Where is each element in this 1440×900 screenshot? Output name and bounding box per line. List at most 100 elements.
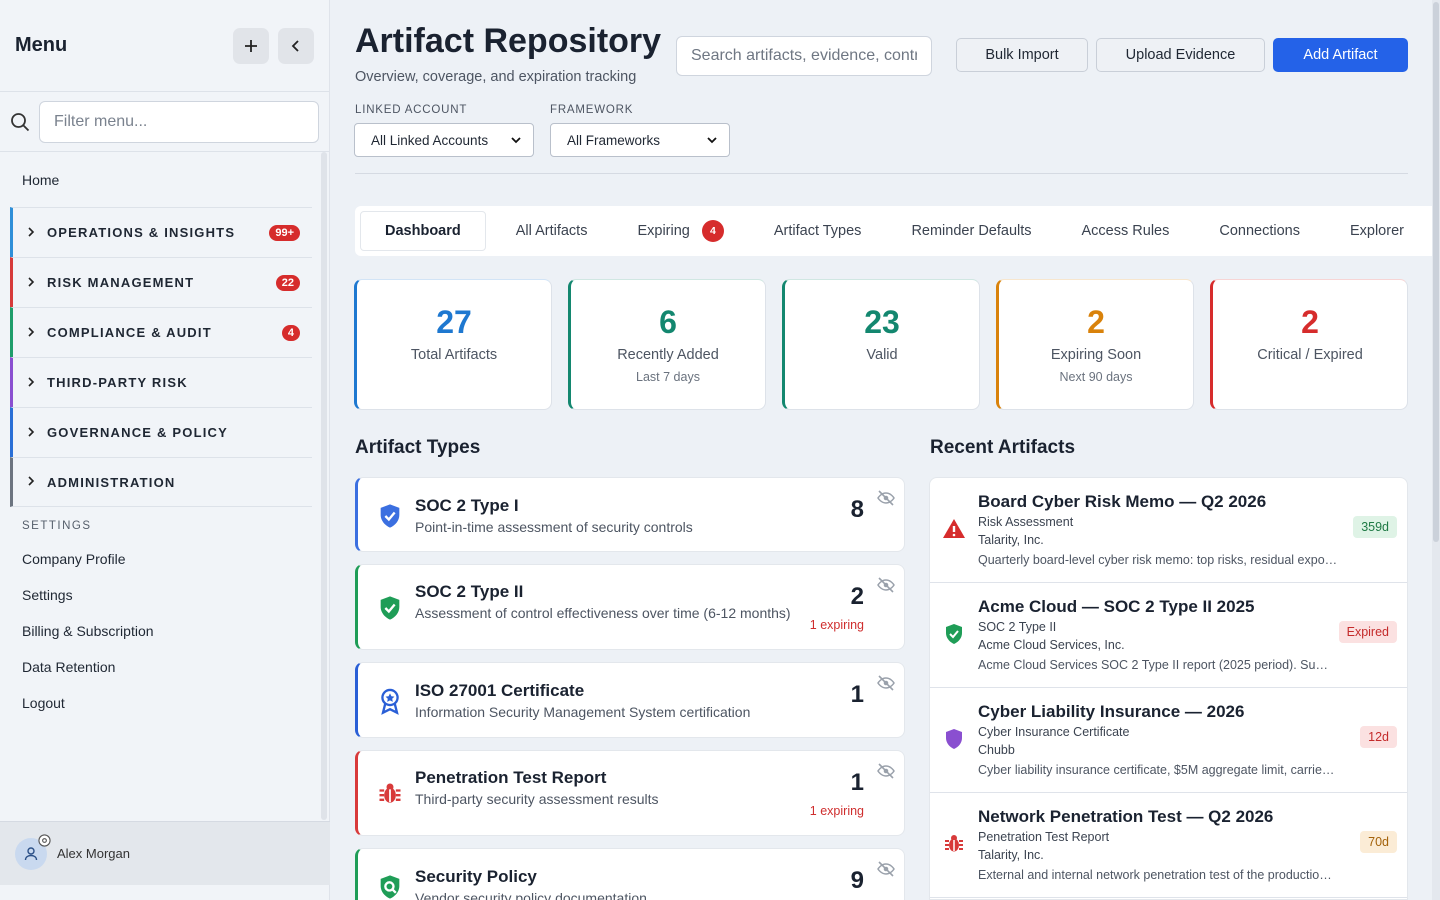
recent-artifact-title: Acme Cloud — SOC 2 Type II 2025 bbox=[978, 597, 1255, 616]
hidden-eye-icon[interactable] bbox=[876, 490, 896, 506]
sidebar: Menu Home OPERATIONS & INSIGHTS 99+ RISK… bbox=[0, 0, 330, 900]
recent-artifact-row[interactable]: Board Cyber Risk Memo — Q2 2026 Risk Ass… bbox=[930, 478, 1407, 583]
recent-artifact-description: External and internal network penetratio… bbox=[978, 868, 1338, 882]
add-artifact-button[interactable]: Add Artifact bbox=[1273, 38, 1408, 72]
plus-icon bbox=[245, 39, 257, 52]
tab-connections[interactable]: Connections bbox=[1219, 206, 1300, 256]
warning-icon bbox=[942, 517, 966, 541]
framework-select[interactable]: All Frameworks bbox=[550, 123, 730, 157]
tab-expiring[interactable]: Expiring 4 bbox=[637, 206, 724, 256]
linked-account-select[interactable]: All Linked Accounts bbox=[354, 123, 534, 157]
artifact-type-description: Assessment of control effectiveness over… bbox=[415, 605, 791, 621]
artifact-type-count: 1 bbox=[850, 769, 864, 796]
artifact-type-name: SOC 2 Type II bbox=[415, 582, 524, 601]
sidebar-group-operations-insights[interactable]: OPERATIONS & INSIGHTS 99+ bbox=[10, 207, 312, 257]
sidebar-title: Menu bbox=[15, 34, 68, 56]
tab-label: Reminder Defaults bbox=[911, 223, 1032, 239]
tab-explorer[interactable]: Explorer bbox=[1350, 206, 1404, 256]
expiring-count: 1 expiring bbox=[809, 804, 864, 818]
sidebar-item-home[interactable]: Home bbox=[0, 152, 330, 207]
tab-label: All Artifacts bbox=[515, 223, 588, 239]
sidebar-item-company-profile[interactable]: Company Profile bbox=[0, 541, 330, 577]
sidebar-group-administration[interactable]: ADMINISTRATION bbox=[10, 457, 312, 507]
recent-artifact-org: Acme Cloud Services, Inc. bbox=[978, 638, 1125, 652]
sidebar-group-label: ADMINISTRATION bbox=[47, 474, 176, 490]
filter-menu-input[interactable] bbox=[39, 100, 319, 143]
sidebar-group-label: THIRD-PARTY RISK bbox=[47, 375, 188, 390]
sidebar-group-risk-management[interactable]: RISK MANAGEMENT 22 bbox=[10, 257, 312, 307]
artifact-type-count: 2 bbox=[850, 583, 864, 610]
artifact-type-name: Penetration Test Report bbox=[415, 768, 607, 787]
tab-label: Connections bbox=[1219, 223, 1300, 239]
artifact-type-name: SOC 2 Type I bbox=[415, 496, 519, 515]
avatar[interactable] bbox=[15, 833, 51, 870]
stat-value: 27 bbox=[436, 304, 472, 340]
stat-card[interactable]: 6 Recently Added Last 7 days bbox=[568, 279, 766, 410]
artifact-type-description: Vendor security policy documentation bbox=[415, 890, 647, 900]
user-footer[interactable]: Alex Morgan bbox=[0, 821, 330, 885]
status-badge: Expired bbox=[1338, 621, 1397, 643]
chevron-down-icon bbox=[511, 137, 521, 144]
stat-sublabel: Next 90 days bbox=[1059, 370, 1133, 384]
search-input[interactable] bbox=[676, 36, 932, 76]
stat-card[interactable]: 2 Critical / Expired bbox=[1210, 279, 1408, 410]
tab-all-artifacts[interactable]: All Artifacts bbox=[516, 206, 588, 256]
add-menu-button[interactable] bbox=[233, 27, 269, 64]
chevron-right-icon bbox=[27, 326, 47, 340]
collapse-sidebar-button[interactable] bbox=[278, 27, 314, 64]
sidebar-group-third-party-risk[interactable]: THIRD-PARTY RISK bbox=[10, 357, 312, 407]
chevron-right-icon bbox=[27, 276, 47, 290]
sidebar-item-logout[interactable]: Logout bbox=[0, 685, 330, 721]
page-scrollbar[interactable] bbox=[1432, 0, 1440, 900]
tab-dashboard[interactable]: Dashboard bbox=[360, 211, 486, 251]
artifact-type-card[interactable]: SOC 2 Type I Point-in-time assessment of… bbox=[355, 477, 905, 552]
sidebar-item-billing-subscription[interactable]: Billing & Subscription bbox=[0, 613, 330, 649]
tab-badge: 4 bbox=[701, 220, 724, 242]
tab-label: Access Rules bbox=[1081, 223, 1170, 239]
upload-evidence-button[interactable]: Upload Evidence bbox=[1096, 38, 1265, 72]
bug-icon bbox=[376, 780, 404, 808]
tab-artifact-types[interactable]: Artifact Types bbox=[774, 206, 862, 256]
page-subtitle: Overview, coverage, and expiration track… bbox=[355, 69, 637, 85]
recent-artifact-row[interactable]: Cyber Liability Insurance — 2026 Cyber I… bbox=[930, 688, 1407, 793]
artifact-type-description: Third-party security assessment results bbox=[415, 791, 659, 807]
hidden-eye-icon[interactable] bbox=[876, 763, 896, 779]
status-badge: 70d bbox=[1360, 831, 1397, 853]
bulk-import-button[interactable]: Bulk Import bbox=[956, 38, 1088, 72]
stat-card[interactable]: 2 Expiring Soon Next 90 days bbox=[996, 279, 1194, 410]
tab-reminder-defaults[interactable]: Reminder Defaults bbox=[911, 206, 1031, 256]
recent-artifact-org: Chubb bbox=[978, 743, 1015, 757]
framework-label: FRAMEWORK bbox=[550, 104, 634, 116]
stat-value: 2 bbox=[1087, 304, 1105, 340]
stat-value: 6 bbox=[659, 304, 677, 340]
user-name: Alex Morgan bbox=[57, 846, 130, 861]
stat-card[interactable]: 23 Valid bbox=[782, 279, 980, 410]
artifact-type-card[interactable]: SOC 2 Type II Assessment of control effe… bbox=[355, 564, 905, 650]
recent-artifact-org: Talarity, Inc. bbox=[978, 533, 1044, 547]
sidebar-group-label: OPERATIONS & INSIGHTS bbox=[47, 225, 236, 240]
status-badge: 359d bbox=[1353, 516, 1397, 538]
sidebar-item-data-retention[interactable]: Data Retention bbox=[0, 649, 330, 685]
hidden-eye-icon[interactable] bbox=[876, 861, 896, 877]
search-icon bbox=[11, 112, 30, 131]
recent-artifact-description: Acme Cloud Services SOC 2 Type II report… bbox=[978, 658, 1338, 672]
gear-icon bbox=[38, 833, 51, 847]
recent-artifact-type: Cyber Insurance Certificate bbox=[978, 725, 1130, 739]
tab-label: Dashboard bbox=[385, 223, 461, 239]
page-scrollbar-thumb[interactable] bbox=[1433, 2, 1439, 542]
sidebar-group-governance-policy[interactable]: GOVERNANCE & POLICY bbox=[10, 407, 312, 457]
artifact-type-card[interactable]: Security Policy Vendor security policy d… bbox=[355, 848, 905, 900]
artifact-type-description: Information Security Management System c… bbox=[415, 704, 751, 720]
artifact-type-card[interactable]: Penetration Test Report Third-party secu… bbox=[355, 750, 905, 836]
sidebar-group-compliance-audit[interactable]: COMPLIANCE & AUDIT 4 bbox=[10, 307, 312, 357]
tab-label: Expiring bbox=[637, 223, 690, 239]
recent-artifact-row[interactable]: Network Penetration Test — Q2 2026 Penet… bbox=[930, 793, 1407, 898]
hidden-eye-icon[interactable] bbox=[876, 577, 896, 593]
recent-artifact-row[interactable]: Acme Cloud — SOC 2 Type II 2025 SOC 2 Ty… bbox=[930, 583, 1407, 688]
stat-card[interactable]: 27 Total Artifacts bbox=[354, 279, 552, 410]
hidden-eye-icon[interactable] bbox=[876, 675, 896, 691]
tab-access-rules[interactable]: Access Rules bbox=[1082, 206, 1170, 256]
artifact-type-card[interactable]: ISO 27001 Certificate Information Securi… bbox=[355, 662, 905, 738]
sidebar-item-settings[interactable]: Settings bbox=[0, 577, 330, 613]
sidebar-scrollbar[interactable] bbox=[321, 152, 327, 820]
